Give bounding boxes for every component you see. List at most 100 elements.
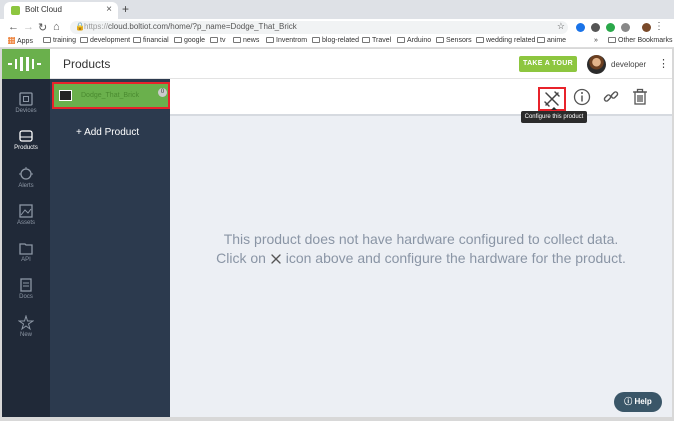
assets-icon <box>19 204 33 218</box>
sidebar-item-label: Assets <box>16 220 35 226</box>
browser-tab[interactable]: Bolt Cloud × <box>4 2 118 19</box>
bookmark-other[interactable]: Other Bookmarks <box>608 37 672 44</box>
reload-icon[interactable]: ↻ <box>38 21 47 34</box>
profile-avatar-icon[interactable] <box>642 23 651 32</box>
bookmark-star-icon[interactable]: ☆ <box>557 21 565 32</box>
products-icon <box>19 130 33 142</box>
page-title: Products <box>63 57 111 71</box>
sidebar-item-alerts[interactable]: Alerts <box>2 166 50 200</box>
sidebar-item-products[interactable]: Products <box>2 128 50 162</box>
bookmark-anime[interactable]: anime <box>537 37 566 44</box>
info-icon[interactable] <box>573 88 591 106</box>
link-icon[interactable] <box>602 88 620 106</box>
sidebar-item-new[interactable]: New <box>2 315 50 349</box>
product-item-selected[interactable]: Dodge_That_Brick 0 <box>52 82 170 109</box>
bolt-favicon-icon <box>11 6 20 15</box>
bookmark-travel[interactable]: Travel <box>362 37 391 44</box>
bookmark-sensors[interactable]: Sensors <box>436 37 472 44</box>
tab-title: Bolt Cloud <box>25 5 62 14</box>
product-actions-bar <box>170 79 672 116</box>
folder-icon <box>210 37 218 43</box>
devices-icon <box>19 92 33 106</box>
product-name: Dodge_That_Brick <box>81 92 139 99</box>
sidebar-item-label: Devices <box>15 108 37 114</box>
configure-icon <box>271 254 281 264</box>
user-name[interactable]: developer <box>611 60 646 69</box>
folder-icon <box>397 37 405 43</box>
folder-icon <box>537 37 545 43</box>
folder-icon <box>362 37 370 43</box>
bookmark-training[interactable]: training <box>43 37 76 44</box>
help-button[interactable]: ⓘ Help <box>614 392 662 412</box>
take-a-tour-button[interactable]: TAKE A TOUR <box>519 56 577 72</box>
device-count-badge: 0 <box>158 88 167 97</box>
sidebar-item-docs[interactable]: Docs <box>2 277 50 311</box>
empty-state-message: This product does not have hardware conf… <box>170 230 672 268</box>
empty-state-line-1: This product does not have hardware conf… <box>223 231 619 247</box>
folder-icon <box>266 37 274 43</box>
sidebar-item-label: Products <box>14 145 38 151</box>
empty-state-line-2: Click on icon above and configure the ha… <box>216 250 626 266</box>
bookmarks-overflow-button[interactable]: » <box>594 37 598 44</box>
folder-icon <box>80 37 88 43</box>
bookmark-inventrom[interactable]: Inventrom <box>266 37 307 44</box>
folder-icon <box>476 37 484 43</box>
home-icon[interactable]: ⌂ <box>53 21 60 33</box>
bolt-logo-icon <box>8 57 41 71</box>
sidebar-nav: Devices Products Alerts Assets API Docs … <box>2 79 50 417</box>
bookmark-blog-related[interactable]: blog-related <box>312 37 359 44</box>
address-bar[interactable]: 🔒 https://cloud.boltiot.com/home/?p_name… <box>70 21 568 34</box>
bookmarks-bar: Apps training development financial goog… <box>0 36 674 48</box>
sidebar-item-devices[interactable]: Devices <box>2 91 50 125</box>
sidebar-item-label: New <box>19 332 32 338</box>
browser-menu-icon[interactable]: ⋮ <box>654 21 664 32</box>
bookmark-wedding-related[interactable]: wedding related <box>476 37 535 44</box>
extension-3-icon[interactable] <box>606 23 615 32</box>
app-header: Products TAKE A TOUR developer ⋮ <box>2 49 672 79</box>
bookmark-arduino[interactable]: Arduino <box>397 37 431 44</box>
api-icon <box>19 243 33 255</box>
extension-1-icon[interactable] <box>576 23 585 32</box>
sidebar-item-label: Alerts <box>18 183 34 189</box>
sidebar-item-assets[interactable]: Assets <box>2 203 50 237</box>
folder-icon <box>436 37 444 43</box>
browser-tabstrip: Bolt Cloud × + <box>0 0 674 19</box>
add-product-button[interactable]: + Add Product <box>76 127 139 138</box>
product-content: Configure this product This product does… <box>170 79 672 417</box>
forward-icon[interactable]: → <box>23 21 34 33</box>
extension-2-icon[interactable] <box>591 23 600 32</box>
sidebar-item-api[interactable]: API <box>2 240 50 274</box>
new-tab-button[interactable]: + <box>122 2 129 16</box>
folder-icon <box>133 37 141 43</box>
bolt-logo[interactable] <box>2 49 50 79</box>
folder-icon <box>174 37 182 43</box>
configure-icon <box>544 91 560 107</box>
sidebar-item-label: API <box>21 257 31 263</box>
product-thumbnail <box>59 90 72 101</box>
bookmark-financial[interactable]: financial <box>133 37 169 44</box>
folder-icon <box>608 37 616 43</box>
bookmark-apps[interactable]: Apps <box>8 37 33 45</box>
folder-icon <box>312 37 320 43</box>
user-avatar[interactable] <box>587 55 606 74</box>
bookmark-development[interactable]: development <box>80 37 130 44</box>
browser-toolbar: ← → ↻ ⌂ 🔒 https://cloud.boltiot.com/home… <box>0 19 674 36</box>
trash-icon[interactable] <box>631 88 649 106</box>
extension-4-icon[interactable] <box>621 23 630 32</box>
more-options-icon[interactable]: ⋮ <box>658 57 669 70</box>
bookmark-tv[interactable]: tv <box>210 37 225 44</box>
products-panel: Dodge_That_Brick 0 + Add Product <box>50 79 170 417</box>
alerts-icon <box>19 167 33 180</box>
folder-icon <box>233 37 241 43</box>
bookmark-news[interactable]: news <box>233 37 259 44</box>
configure-tooltip: Configure this product <box>521 107 587 123</box>
help-icon: ⓘ <box>624 397 633 406</box>
back-icon[interactable]: ← <box>8 21 19 33</box>
tab-close-button[interactable]: × <box>106 4 112 15</box>
new-icon <box>18 315 34 331</box>
sidebar-item-label: Docs <box>19 294 33 300</box>
folder-icon <box>43 37 51 43</box>
docs-icon <box>20 278 32 292</box>
bookmark-google[interactable]: google <box>174 37 205 44</box>
url-text: https://cloud.boltiot.com/home/?p_name=D… <box>84 22 297 31</box>
